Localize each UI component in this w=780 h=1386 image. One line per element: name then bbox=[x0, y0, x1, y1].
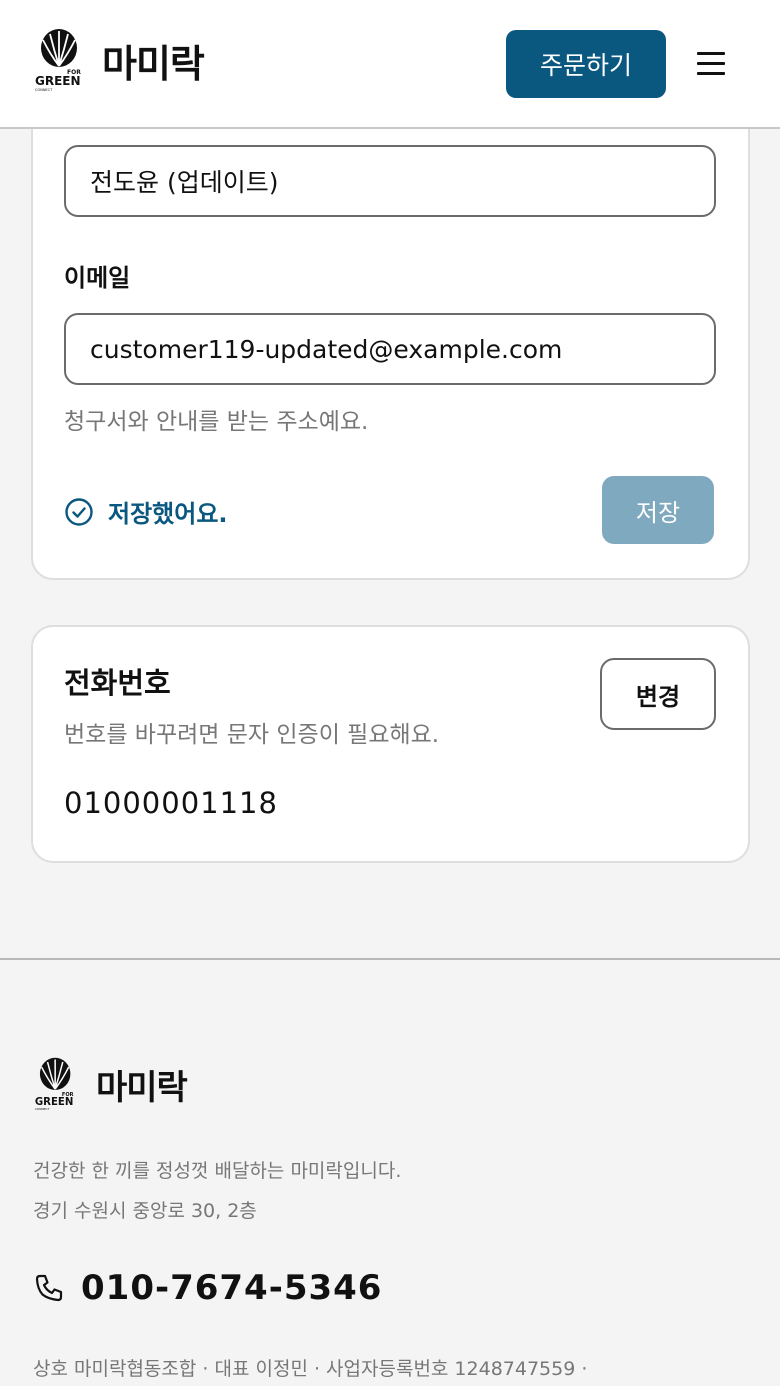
save-button[interactable]: 저장 bbox=[602, 476, 714, 544]
footer-divider bbox=[0, 958, 780, 960]
saved-status: 저장했어요. bbox=[64, 494, 228, 529]
site-header: FOR GREEN CONNECT 마미락 주문하기 bbox=[0, 0, 780, 129]
name-input[interactable]: 전도윤 (업데이트) bbox=[64, 145, 716, 217]
footer-phone[interactable]: 010-7674-5346 bbox=[33, 1268, 382, 1308]
check-circle-icon bbox=[65, 497, 93, 526]
brand-logo[interactable]: FOR GREEN CONNECT 마미락 bbox=[34, 28, 205, 92]
for-green-logo-icon: FOR GREEN CONNECT bbox=[35, 29, 81, 92]
email-input-value: customer119-updated@example.com bbox=[90, 334, 563, 364]
phone-section-title: 전화번호 bbox=[64, 666, 171, 700]
order-button[interactable]: 주문하기 bbox=[506, 30, 666, 98]
hamburger-menu-icon[interactable] bbox=[697, 52, 725, 76]
brand-name: 마미락 bbox=[102, 41, 205, 86]
phone-number: 01000001118 bbox=[64, 786, 278, 820]
svg-text:CONNECT: CONNECT bbox=[35, 88, 53, 92]
email-input[interactable]: customer119-updated@example.com bbox=[64, 313, 716, 385]
email-help-text: 청구서와 안내를 받는 주소예요. bbox=[64, 409, 369, 435]
email-label: 이메일 bbox=[64, 264, 131, 292]
svg-text:GREEN: GREEN bbox=[35, 74, 81, 88]
footer-address: 경기 수원시 중앙로 30, 2층 bbox=[33, 1200, 257, 1222]
footer-brand-logo: FOR GREEN CONNECT 마미락 bbox=[34, 1056, 188, 1112]
change-phone-button[interactable]: 변경 bbox=[600, 658, 716, 730]
phone-icon bbox=[35, 1274, 63, 1302]
svg-text:CONNECT: CONNECT bbox=[35, 1107, 50, 1111]
footer-tagline: 건강한 한 끼를 정성껏 배달하는 마미락입니다. bbox=[33, 1160, 402, 1182]
footer-brand-name: 마미락 bbox=[96, 1067, 188, 1108]
footer-business-info: 상호 마미락협동조합 · 대표 이정민 · 사업자등록번호 1248747559… bbox=[33, 1358, 588, 1380]
name-input-value: 전도윤 (업데이트) bbox=[90, 168, 279, 197]
saved-status-text: 저장했어요. bbox=[108, 500, 228, 528]
phone-section-description: 번호를 바꾸려면 문자 인증이 필요해요. bbox=[64, 722, 440, 748]
footer-phone-number: 010-7674-5346 bbox=[81, 1268, 383, 1308]
for-green-logo-icon: FOR GREEN CONNECT bbox=[35, 1057, 74, 1111]
